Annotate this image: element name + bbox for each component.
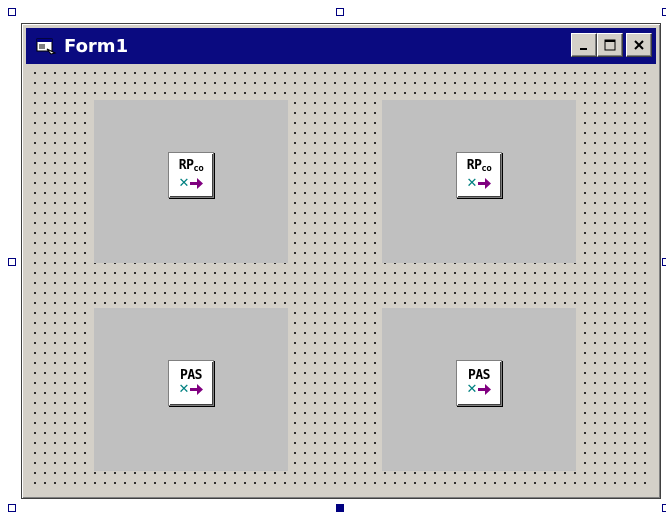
control-container-bottom-right[interactable]: PAS ✕ (382, 308, 576, 471)
form-window[interactable]: Form1 RPco ✕ RPco ✕ PAS ✕ PAS ✕ (21, 23, 661, 499)
resize-handle-bottom-right[interactable] (662, 504, 666, 512)
control-label: PAS (180, 368, 202, 383)
caption-buttons (571, 33, 652, 57)
control-container-top-right[interactable]: RPco ✕ (382, 100, 576, 263)
rpco-component-icon[interactable]: RPco ✕ (168, 151, 214, 198)
resize-handle-bottom-left[interactable] (8, 504, 16, 512)
right-arrow-icon (190, 384, 204, 395)
x-icon: ✕ (466, 382, 478, 397)
resize-handle-top-left[interactable] (8, 8, 16, 16)
pas-component-icon[interactable]: PAS ✕ (168, 359, 214, 406)
close-button[interactable] (626, 33, 652, 57)
rpco-component-icon[interactable]: RPco ✕ (456, 151, 502, 198)
form-title: Form1 (64, 35, 129, 57)
x-icon: ✕ (466, 176, 478, 191)
control-label-sub: co (193, 164, 204, 174)
resize-handle-middle-left[interactable] (8, 258, 16, 266)
right-arrow-icon (190, 178, 204, 189)
right-arrow-icon (478, 178, 492, 189)
x-icon: ✕ (178, 176, 190, 191)
control-label: PAS (468, 368, 490, 383)
minimize-button[interactable] (571, 33, 597, 57)
control-container-top-left[interactable]: RPco ✕ (94, 100, 288, 263)
maximize-button[interactable] (597, 33, 623, 57)
control-container-bottom-left[interactable]: PAS ✕ (94, 308, 288, 471)
control-label: RP (466, 158, 482, 173)
maximize-icon (604, 39, 616, 51)
x-icon: ✕ (178, 382, 190, 397)
title-bar[interactable]: Form1 (26, 28, 656, 64)
right-arrow-icon (478, 384, 492, 395)
resize-handle-bottom-center[interactable] (336, 504, 344, 512)
control-label-sub: co (481, 164, 492, 174)
close-icon (634, 40, 644, 50)
control-label: RP (178, 158, 194, 173)
resize-handle-middle-right[interactable] (662, 258, 666, 266)
resize-handle-top-center[interactable] (336, 8, 344, 16)
pas-component-icon[interactable]: PAS ✕ (456, 359, 502, 406)
form-design-surface[interactable]: RPco ✕ RPco ✕ PAS ✕ PAS ✕ (28, 66, 654, 492)
minimize-icon (580, 48, 587, 50)
resize-handle-top-right[interactable] (662, 8, 666, 16)
form-window-icon[interactable] (36, 36, 58, 56)
